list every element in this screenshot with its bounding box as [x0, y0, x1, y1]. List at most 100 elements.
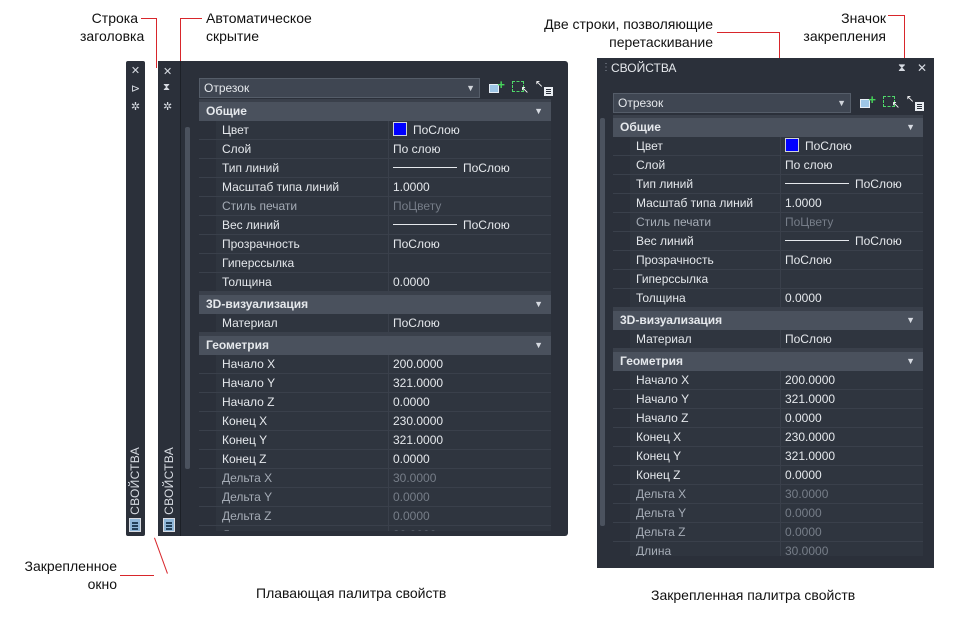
chevron-down-icon[interactable]: ▼ — [534, 336, 543, 355]
property-row[interactable]: Конец X 230.0000 — [613, 428, 923, 447]
collapsed-palette-title[interactable]: СВОЙСТВА — [128, 447, 142, 515]
property-value[interactable]: 30.0000 — [781, 542, 923, 556]
property-row[interactable]: Дельта Y 0.0000 — [613, 504, 923, 523]
property-value[interactable]: 230.0000 — [389, 412, 551, 430]
property-value[interactable]: 0.0000 — [781, 289, 923, 307]
floating-title-bar[interactable]: ✕ ⧗ ✲ СВОЙСТВА — [158, 61, 181, 536]
select-objects-button[interactable]: ↖ — [882, 95, 900, 111]
section-header[interactable]: Геометрия ▼ — [613, 349, 923, 371]
property-row[interactable]: Цвет ПоСлою — [199, 121, 551, 140]
property-row[interactable]: Дельта Z 0.0000 — [613, 523, 923, 542]
property-value[interactable]: ПоСлою — [389, 121, 551, 139]
scrollbar[interactable] — [600, 118, 605, 526]
property-row[interactable]: Масштаб типа линий 1.0000 — [613, 194, 923, 213]
select-objects-button[interactable]: ↖ — [511, 80, 529, 96]
property-value[interactable]: 0.0000 — [389, 393, 551, 411]
chevron-down-icon[interactable]: ▼ — [534, 295, 543, 314]
scrollbar[interactable] — [185, 127, 190, 469]
property-value[interactable]: 200.0000 — [389, 355, 551, 373]
property-row[interactable]: Конец Y 321.0000 — [613, 447, 923, 466]
property-row[interactable]: Вес линий ПоСлою — [199, 216, 551, 235]
property-row[interactable]: Конец Z 0.0000 — [613, 466, 923, 485]
property-value[interactable]: 0.0000 — [781, 504, 923, 522]
property-value[interactable]: 30.0000 — [781, 485, 923, 503]
property-value[interactable]: 321.0000 — [781, 447, 923, 465]
property-row[interactable]: Слой По слою — [199, 140, 551, 159]
close-icon[interactable]: ✕ — [163, 65, 172, 78]
property-row[interactable]: Начало X 200.0000 — [199, 355, 551, 374]
palette-icon[interactable] — [163, 518, 175, 532]
property-value[interactable]: 0.0000 — [389, 273, 551, 291]
property-value[interactable]: 200.0000 — [781, 371, 923, 389]
palette-icon[interactable] — [129, 518, 141, 532]
property-value[interactable] — [781, 270, 923, 288]
property-value[interactable]: 1.0000 — [389, 178, 551, 196]
property-row[interactable]: Материал ПоСлою — [613, 330, 923, 349]
quick-select-button[interactable]: + — [487, 78, 505, 96]
autohide-icon[interactable]: ⧗ — [163, 82, 170, 93]
toggle-pickadd-button[interactable]: ↖ — [906, 95, 924, 111]
property-row[interactable]: Толщина 0.0000 — [613, 289, 923, 308]
property-value[interactable]: 321.0000 — [389, 431, 551, 449]
docked-title-bar[interactable]: ⋮ СВОЙСТВА ⧗ ✕ — [597, 58, 934, 78]
property-row[interactable]: Дельта Z 0.0000 — [199, 507, 551, 526]
settings-icon[interactable]: ✲ — [163, 100, 172, 113]
object-type-select[interactable]: Отрезок ▼ — [199, 78, 480, 98]
object-type-select[interactable]: Отрезок ▼ — [613, 93, 851, 113]
property-value[interactable]: ПоСлою — [781, 232, 923, 250]
property-value[interactable]: 0.0000 — [389, 507, 551, 525]
property-row[interactable]: Дельта X 30.0000 — [199, 469, 551, 488]
property-value[interactable]: 321.0000 — [781, 390, 923, 408]
property-row[interactable]: Гиперссылка — [199, 254, 551, 273]
property-value[interactable]: ПоСлою — [389, 159, 551, 177]
property-value[interactable]: 0.0000 — [781, 409, 923, 427]
property-row[interactable]: Начало Y 321.0000 — [199, 374, 551, 393]
property-row[interactable]: Толщина 0.0000 — [199, 273, 551, 292]
property-value[interactable]: 0.0000 — [389, 450, 551, 468]
property-row[interactable]: Конец Z 0.0000 — [199, 450, 551, 469]
property-value[interactable]: ПоЦвету — [389, 197, 551, 215]
property-row[interactable]: Тип линий ПоСлою — [199, 159, 551, 178]
property-row[interactable]: Прозрачность ПоСлою — [199, 235, 551, 254]
grip-icon[interactable]: ⋮ — [601, 58, 611, 78]
property-value[interactable]: ПоСлою — [389, 235, 551, 253]
property-row[interactable]: Начало Z 0.0000 — [199, 393, 551, 412]
close-icon[interactable]: ✕ — [917, 58, 927, 78]
property-value[interactable]: По слою — [781, 156, 923, 174]
section-header[interactable]: Общие ▼ — [613, 115, 923, 137]
property-value[interactable]: 30.0000 — [389, 469, 551, 487]
chevron-down-icon[interactable]: ▼ — [906, 352, 915, 371]
property-value[interactable]: 230.0000 — [781, 428, 923, 446]
property-row[interactable]: Длина 30.0000 — [613, 542, 923, 556]
section-header[interactable]: Геометрия ▼ — [199, 333, 551, 355]
chevron-down-icon[interactable]: ▼ — [906, 118, 915, 137]
property-value[interactable]: 1.0000 — [781, 194, 923, 212]
property-row[interactable]: Конец X 230.0000 — [199, 412, 551, 431]
property-value[interactable]: 0.0000 — [781, 466, 923, 484]
property-row[interactable]: Материал ПоСлою — [199, 314, 551, 333]
property-row[interactable]: Начало X 200.0000 — [613, 371, 923, 390]
property-value[interactable]: ПоСлою — [781, 137, 923, 155]
property-row[interactable]: Вес линий ПоСлою — [613, 232, 923, 251]
autohide-icon[interactable]: ⊳ — [129, 83, 142, 96]
settings-icon[interactable]: ✲ — [129, 101, 142, 114]
property-value[interactable]: ПоСлою — [781, 330, 923, 348]
property-row[interactable]: Начало Y 321.0000 — [613, 390, 923, 409]
property-value[interactable]: 0.0000 — [781, 523, 923, 541]
property-row[interactable]: Дельта Y 0.0000 — [199, 488, 551, 507]
section-header[interactable]: 3D-визуализация ▼ — [199, 292, 551, 314]
property-value[interactable]: ПоСлою — [389, 314, 551, 332]
quick-select-button[interactable]: + — [858, 93, 876, 111]
property-row[interactable]: Слой По слою — [613, 156, 923, 175]
chevron-down-icon[interactable]: ▼ — [534, 102, 543, 121]
property-row[interactable]: Масштаб типа линий 1.0000 — [199, 178, 551, 197]
property-row[interactable]: Стиль печати ПоЦвету — [199, 197, 551, 216]
property-row[interactable]: Длина 30.0000 — [199, 526, 551, 531]
property-value[interactable]: 0.0000 — [389, 488, 551, 506]
collapsed-palette-strip[interactable]: ✕ ⊳ ✲ СВОЙСТВА — [126, 61, 145, 536]
property-row[interactable]: Гиперссылка — [613, 270, 923, 289]
property-value[interactable]: ПоЦвету — [781, 213, 923, 231]
property-row[interactable]: Тип линий ПоСлою — [613, 175, 923, 194]
property-value[interactable] — [389, 254, 551, 272]
property-row[interactable]: Цвет ПоСлою — [613, 137, 923, 156]
